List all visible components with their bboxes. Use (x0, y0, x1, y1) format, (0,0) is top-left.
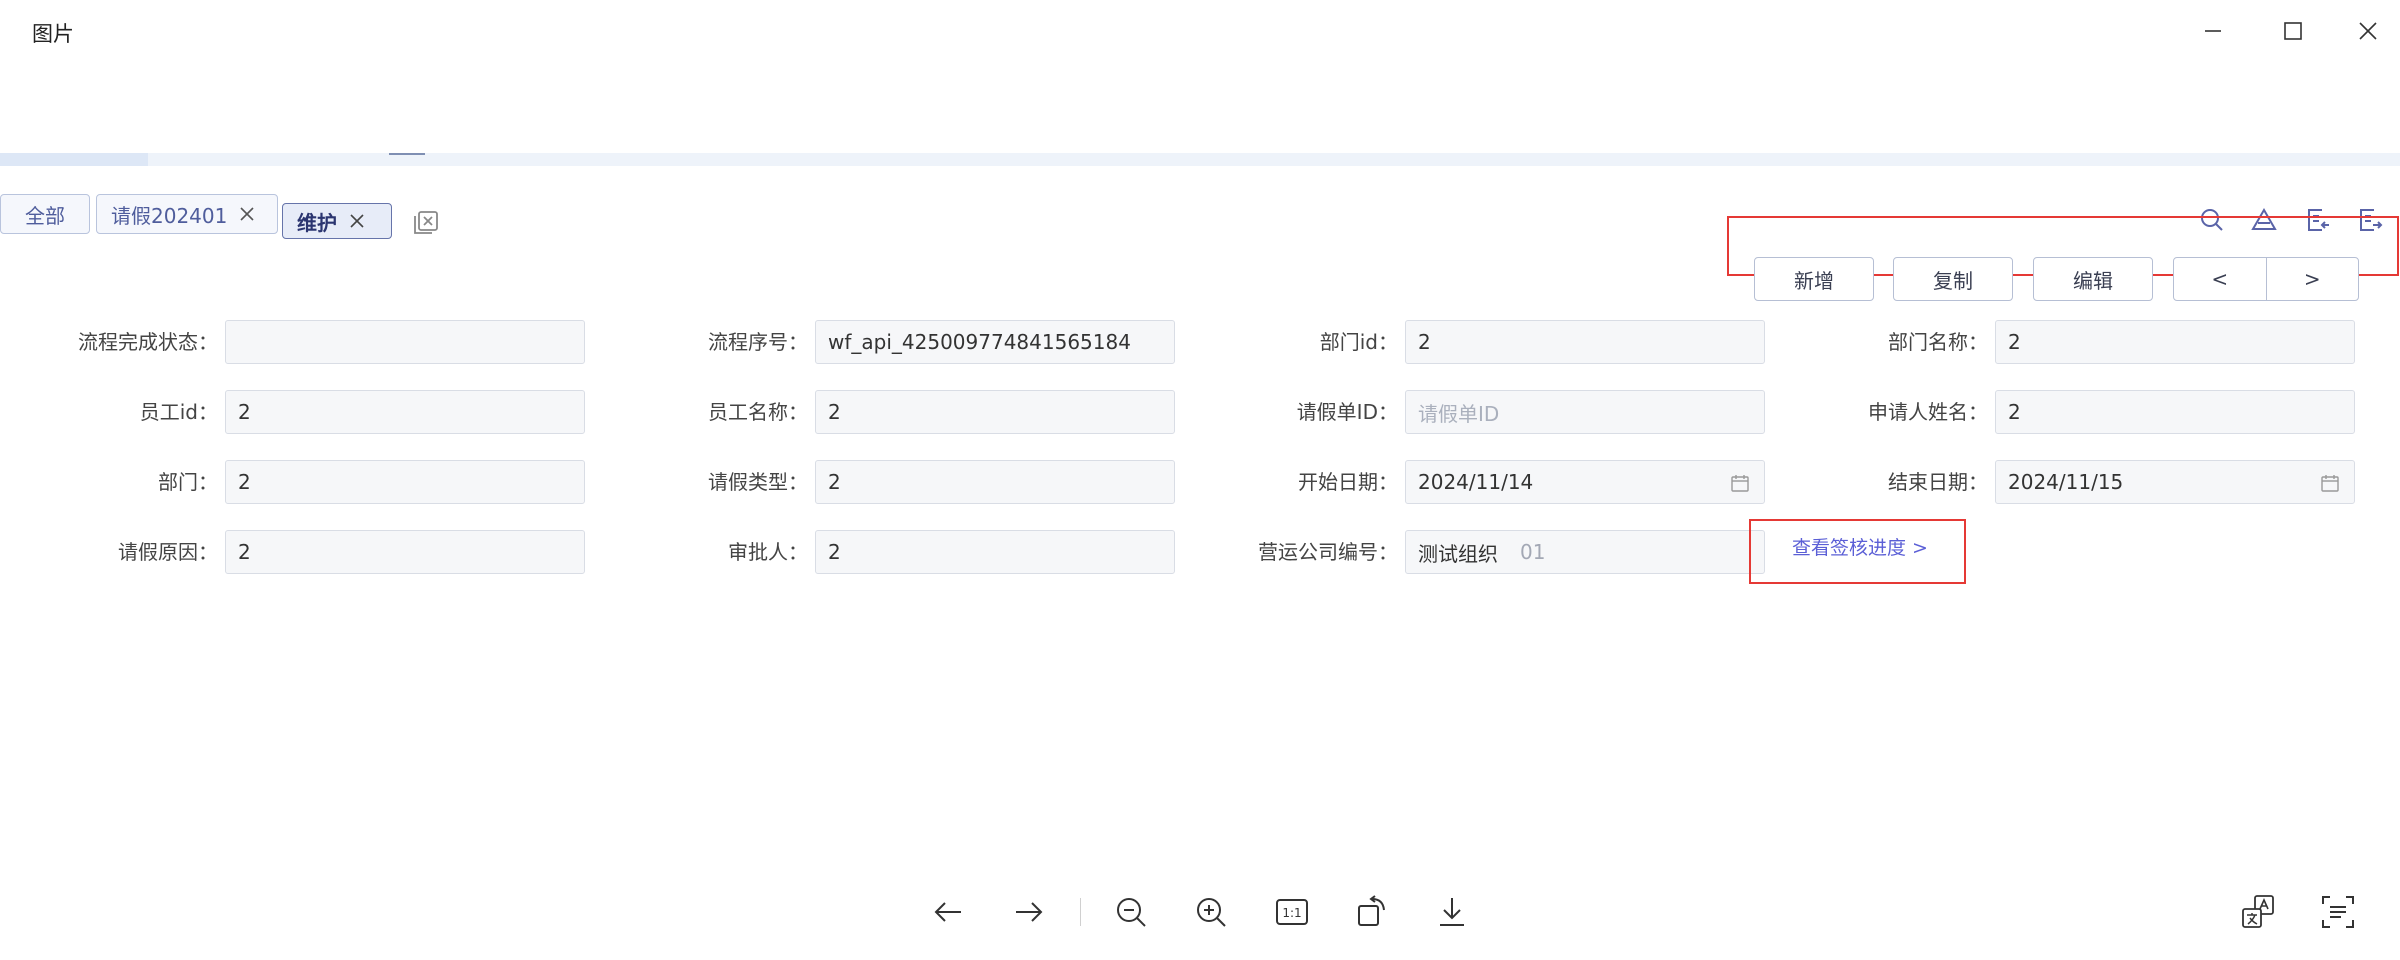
next-record-button[interactable]: > (2267, 258, 2359, 300)
record-pager: < > (2173, 257, 2359, 301)
field-value: 测试组织 (1418, 541, 1498, 566)
toolbar-divider (1080, 898, 1081, 926)
top-strip-marker (389, 153, 425, 155)
tab-label: 维护 (297, 210, 337, 235)
download-icon[interactable] (1432, 892, 1472, 932)
reason-label: 请假原因： (118, 540, 218, 564)
add-button[interactable]: 新增 (1754, 257, 1874, 301)
calendar-icon[interactable] (2320, 473, 2340, 493)
field-value: 2 (828, 540, 841, 564)
zoom-out-icon[interactable] (1111, 892, 1151, 932)
approver-field[interactable]: 2 (815, 530, 1175, 574)
field-value: 2 (238, 400, 251, 424)
emp-id-label: 员工id： (139, 400, 218, 424)
tab-leave-202401[interactable]: 请假202401 (96, 194, 278, 234)
leave-id-label: 请假单ID： (1296, 400, 1398, 424)
tab-close-icon[interactable] (239, 206, 255, 222)
field-value: 2 (1418, 330, 1431, 354)
arrow-left-icon[interactable] (928, 892, 968, 932)
minimize-button[interactable] (2190, 8, 2236, 54)
close-button[interactable] (2345, 8, 2391, 54)
field-value: wf_api_425009774841565184 (828, 330, 1131, 354)
start-date-label: 开始日期： (1298, 470, 1398, 494)
emp-name-field[interactable]: 2 (815, 390, 1175, 434)
rotate-icon[interactable] (1352, 892, 1392, 932)
maximize-icon (2284, 22, 2302, 40)
calendar-icon[interactable] (1730, 473, 1750, 493)
end-date-label: 结束日期： (1888, 470, 1988, 494)
emp-id-field[interactable]: 2 (225, 390, 585, 434)
top-strip (0, 153, 2400, 166)
company-no-label: 营运公司编号： (1258, 540, 1398, 564)
field-value: 2 (828, 470, 841, 494)
emp-name-label: 员工名称： (708, 400, 808, 424)
view-approval-progress-link[interactable]: 查看签核进度 > (1792, 533, 1928, 560)
process-no-label: 流程序号： (708, 330, 808, 354)
end-date-field[interactable]: 2024/11/15 (1995, 460, 2355, 504)
dept-label: 部门： (158, 470, 218, 494)
company-no-field[interactable]: 测试组织 01 (1405, 530, 1765, 574)
dept-id-field[interactable]: 2 (1405, 320, 1765, 364)
tab-label: 请假202401 (111, 203, 228, 228)
tab-all[interactable]: 全部 (0, 194, 90, 234)
close-all-tabs-icon[interactable] (410, 205, 442, 237)
arrow-right-icon[interactable] (1009, 892, 1049, 932)
maximize-button[interactable] (2270, 8, 2316, 54)
leave-type-label: 请假类型： (708, 470, 808, 494)
tab-maintain[interactable]: 维护 (282, 203, 392, 239)
field-value: 2024/11/14 (1418, 470, 1534, 494)
field-value: 2 (828, 400, 841, 424)
minimize-icon (2205, 30, 2221, 32)
zoom-in-icon[interactable] (1191, 892, 1231, 932)
leave-type-field[interactable]: 2 (815, 460, 1175, 504)
actual-size-label: 1:1 (1282, 906, 1301, 920)
field-value: 2024/11/15 (2008, 470, 2124, 494)
text-scan-icon[interactable] (2318, 892, 2358, 932)
process-no-field[interactable]: wf_api_425009774841565184 (815, 320, 1175, 364)
tab-close-icon[interactable] (349, 213, 365, 229)
window-title: 图片 (32, 22, 74, 46)
dept-name-field[interactable]: 2 (1995, 320, 2355, 364)
field-placeholder: 请假单ID (1418, 401, 1500, 426)
start-date-field[interactable]: 2024/11/14 (1405, 460, 1765, 504)
translate-icon[interactable] (2238, 892, 2278, 932)
leave-id-field[interactable]: 请假单ID (1405, 390, 1765, 434)
field-value: 2 (2008, 400, 2021, 424)
top-strip-active-segment (0, 153, 148, 166)
actual-size-icon[interactable]: 1:1 (1272, 892, 1312, 932)
field-value: 2 (238, 540, 251, 564)
field-value: 2 (238, 470, 251, 494)
process-status-label: 流程完成状态： (78, 330, 218, 354)
copy-button[interactable]: 复制 (1893, 257, 2013, 301)
prev-record-button[interactable]: < (2174, 258, 2266, 300)
dept-field[interactable]: 2 (225, 460, 585, 504)
edit-button[interactable]: 编辑 (2033, 257, 2153, 301)
applicant-field[interactable]: 2 (1995, 390, 2355, 434)
close-icon (2359, 22, 2377, 40)
process-status-field[interactable] (225, 320, 585, 364)
company-code: 01 (1520, 540, 1546, 564)
reason-field[interactable]: 2 (225, 530, 585, 574)
tab-label: 全部 (25, 203, 65, 228)
dept-id-label: 部门id： (1319, 330, 1398, 354)
field-value: 2 (2008, 330, 2021, 354)
applicant-label: 申请人姓名： (1868, 400, 1988, 424)
approver-label: 审批人： (728, 540, 808, 564)
dept-name-label: 部门名称： (1888, 330, 1988, 354)
